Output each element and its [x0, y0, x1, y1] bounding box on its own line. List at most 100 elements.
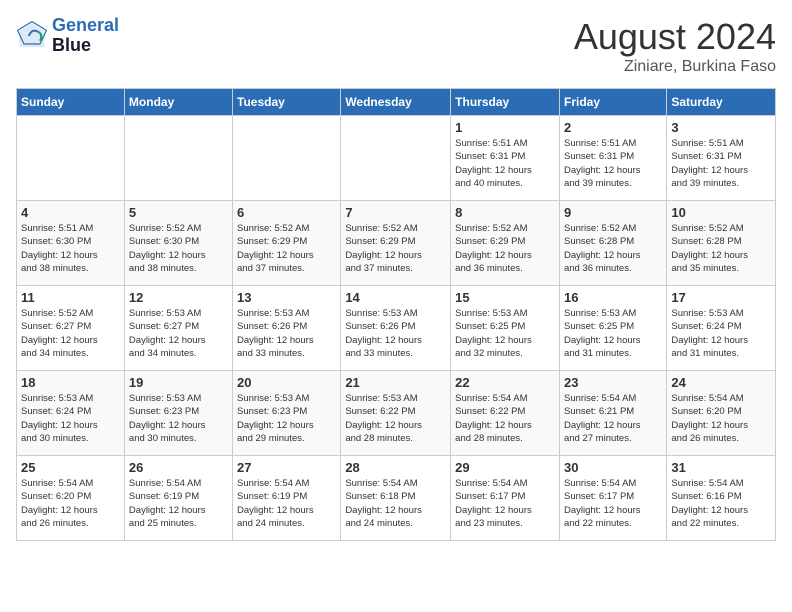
day-number: 10	[671, 205, 771, 220]
logo: General Blue	[16, 16, 119, 56]
day-info: Sunrise: 5:53 AM Sunset: 6:24 PM Dayligh…	[671, 307, 771, 360]
calendar-cell: 26 Sunrise: 5:54 AM Sunset: 6:19 PM Dayli…	[124, 456, 232, 541]
weekday-header-cell: Wednesday	[341, 89, 451, 116]
logo-line1: General	[52, 15, 119, 35]
calendar-cell: 24 Sunrise: 5:54 AM Sunset: 6:20 PM Dayli…	[667, 371, 776, 456]
calendar-cell: 16 Sunrise: 5:53 AM Sunset: 6:25 PM Dayli…	[559, 286, 666, 371]
weekday-header-cell: Thursday	[451, 89, 560, 116]
day-info: Sunrise: 5:52 AM Sunset: 6:28 PM Dayligh…	[564, 222, 662, 275]
day-number: 18	[21, 375, 120, 390]
day-number: 8	[455, 205, 555, 220]
day-info: Sunrise: 5:52 AM Sunset: 6:27 PM Dayligh…	[21, 307, 120, 360]
day-info: Sunrise: 5:54 AM Sunset: 6:20 PM Dayligh…	[671, 392, 771, 445]
calendar-cell	[124, 116, 232, 201]
day-info: Sunrise: 5:53 AM Sunset: 6:26 PM Dayligh…	[345, 307, 446, 360]
calendar-cell: 13 Sunrise: 5:53 AM Sunset: 6:26 PM Dayli…	[233, 286, 341, 371]
calendar-cell: 1 Sunrise: 5:51 AM Sunset: 6:31 PM Daylig…	[451, 116, 560, 201]
calendar-cell: 29 Sunrise: 5:54 AM Sunset: 6:17 PM Dayli…	[451, 456, 560, 541]
day-info: Sunrise: 5:52 AM Sunset: 6:29 PM Dayligh…	[455, 222, 555, 275]
day-info: Sunrise: 5:51 AM Sunset: 6:31 PM Dayligh…	[455, 137, 555, 190]
day-info: Sunrise: 5:53 AM Sunset: 6:23 PM Dayligh…	[129, 392, 228, 445]
day-info: Sunrise: 5:54 AM Sunset: 6:16 PM Dayligh…	[671, 477, 771, 530]
day-info: Sunrise: 5:52 AM Sunset: 6:28 PM Dayligh…	[671, 222, 771, 275]
day-info: Sunrise: 5:53 AM Sunset: 6:25 PM Dayligh…	[564, 307, 662, 360]
calendar-title: August 2024	[574, 16, 776, 58]
day-number: 20	[237, 375, 336, 390]
day-number: 13	[237, 290, 336, 305]
day-number: 1	[455, 120, 555, 135]
calendar-cell: 19 Sunrise: 5:53 AM Sunset: 6:23 PM Dayli…	[124, 371, 232, 456]
day-number: 16	[564, 290, 662, 305]
day-info: Sunrise: 5:54 AM Sunset: 6:17 PM Dayligh…	[564, 477, 662, 530]
day-number: 17	[671, 290, 771, 305]
day-number: 15	[455, 290, 555, 305]
calendar-cell: 12Sunrise: 5:53 AM Sunset: 6:27 PM Dayli…	[124, 286, 232, 371]
day-number: 28	[345, 460, 446, 475]
day-info: Sunrise: 5:52 AM Sunset: 6:29 PM Dayligh…	[345, 222, 446, 275]
calendar-cell: 7Sunrise: 5:52 AM Sunset: 6:29 PM Daylig…	[341, 201, 451, 286]
calendar-week-row: 11Sunrise: 5:52 AM Sunset: 6:27 PM Dayli…	[17, 286, 776, 371]
day-number: 24	[671, 375, 771, 390]
day-number: 21	[345, 375, 446, 390]
calendar-week-row: 4Sunrise: 5:51 AM Sunset: 6:30 PM Daylig…	[17, 201, 776, 286]
calendar-subtitle: Ziniare, Burkina Faso	[574, 58, 776, 76]
day-number: 26	[129, 460, 228, 475]
weekday-header-cell: Tuesday	[233, 89, 341, 116]
day-number: 3	[671, 120, 771, 135]
day-info: Sunrise: 5:53 AM Sunset: 6:22 PM Dayligh…	[345, 392, 446, 445]
calendar-cell	[341, 116, 451, 201]
day-info: Sunrise: 5:54 AM Sunset: 6:17 PM Dayligh…	[455, 477, 555, 530]
page-header: General Blue August 2024 Ziniare, Burkin…	[16, 16, 776, 76]
calendar-cell: 17 Sunrise: 5:53 AM Sunset: 6:24 PM Dayli…	[667, 286, 776, 371]
calendar-cell: 20Sunrise: 5:53 AM Sunset: 6:23 PM Dayli…	[233, 371, 341, 456]
calendar-week-row: 1 Sunrise: 5:51 AM Sunset: 6:31 PM Daylig…	[17, 116, 776, 201]
calendar-cell: 8 Sunrise: 5:52 AM Sunset: 6:29 PM Daylig…	[451, 201, 560, 286]
calendar-cell: 18 Sunrise: 5:53 AM Sunset: 6:24 PM Dayli…	[17, 371, 125, 456]
calendar-week-row: 18 Sunrise: 5:53 AM Sunset: 6:24 PM Dayli…	[17, 371, 776, 456]
weekday-header-row: SundayMondayTuesdayWednesdayThursdayFrid…	[17, 89, 776, 116]
calendar-cell: 10 Sunrise: 5:52 AM Sunset: 6:28 PM Dayli…	[667, 201, 776, 286]
calendar-cell	[233, 116, 341, 201]
weekday-header-cell: Saturday	[667, 89, 776, 116]
calendar-cell: 22 Sunrise: 5:54 AM Sunset: 6:22 PM Dayli…	[451, 371, 560, 456]
day-info: Sunrise: 5:54 AM Sunset: 6:22 PM Dayligh…	[455, 392, 555, 445]
weekday-header-cell: Monday	[124, 89, 232, 116]
day-number: 31	[671, 460, 771, 475]
day-info: Sunrise: 5:51 AM Sunset: 6:31 PM Dayligh…	[564, 137, 662, 190]
day-number: 27	[237, 460, 336, 475]
calendar-cell: 31 Sunrise: 5:54 AM Sunset: 6:16 PM Dayli…	[667, 456, 776, 541]
logo-line2: Blue	[52, 36, 119, 56]
day-info: Sunrise: 5:54 AM Sunset: 6:21 PM Dayligh…	[564, 392, 662, 445]
day-info: Sunrise: 5:52 AM Sunset: 6:30 PM Dayligh…	[129, 222, 228, 275]
logo-icon	[16, 20, 48, 52]
day-number: 5	[129, 205, 228, 220]
calendar-cell: 25 Sunrise: 5:54 AM Sunset: 6:20 PM Dayli…	[17, 456, 125, 541]
day-info: Sunrise: 5:54 AM Sunset: 6:20 PM Dayligh…	[21, 477, 120, 530]
day-info: Sunrise: 5:54 AM Sunset: 6:19 PM Dayligh…	[237, 477, 336, 530]
calendar-body: 1 Sunrise: 5:51 AM Sunset: 6:31 PM Daylig…	[17, 116, 776, 541]
day-number: 19	[129, 375, 228, 390]
day-info: Sunrise: 5:53 AM Sunset: 6:27 PM Dayligh…	[129, 307, 228, 360]
calendar-cell: 15 Sunrise: 5:53 AM Sunset: 6:25 PM Dayli…	[451, 286, 560, 371]
day-info: Sunrise: 5:54 AM Sunset: 6:19 PM Dayligh…	[129, 477, 228, 530]
title-block: August 2024 Ziniare, Burkina Faso	[574, 16, 776, 76]
calendar-cell: 6Sunrise: 5:52 AM Sunset: 6:29 PM Daylig…	[233, 201, 341, 286]
day-info: Sunrise: 5:53 AM Sunset: 6:26 PM Dayligh…	[237, 307, 336, 360]
calendar-cell: 2 Sunrise: 5:51 AM Sunset: 6:31 PM Daylig…	[559, 116, 666, 201]
day-info: Sunrise: 5:54 AM Sunset: 6:18 PM Dayligh…	[345, 477, 446, 530]
day-info: Sunrise: 5:53 AM Sunset: 6:25 PM Dayligh…	[455, 307, 555, 360]
day-info: Sunrise: 5:53 AM Sunset: 6:24 PM Dayligh…	[21, 392, 120, 445]
day-number: 2	[564, 120, 662, 135]
day-number: 14	[345, 290, 446, 305]
day-number: 22	[455, 375, 555, 390]
weekday-header-cell: Sunday	[17, 89, 125, 116]
calendar-cell: 4Sunrise: 5:51 AM Sunset: 6:30 PM Daylig…	[17, 201, 125, 286]
calendar-cell: 21 Sunrise: 5:53 AM Sunset: 6:22 PM Dayli…	[341, 371, 451, 456]
day-info: Sunrise: 5:51 AM Sunset: 6:30 PM Dayligh…	[21, 222, 120, 275]
day-number: 25	[21, 460, 120, 475]
day-info: Sunrise: 5:51 AM Sunset: 6:31 PM Dayligh…	[671, 137, 771, 190]
calendar-cell: 23Sunrise: 5:54 AM Sunset: 6:21 PM Dayli…	[559, 371, 666, 456]
calendar-cell: 5 Sunrise: 5:52 AM Sunset: 6:30 PM Daylig…	[124, 201, 232, 286]
day-number: 29	[455, 460, 555, 475]
day-info: Sunrise: 5:52 AM Sunset: 6:29 PM Dayligh…	[237, 222, 336, 275]
